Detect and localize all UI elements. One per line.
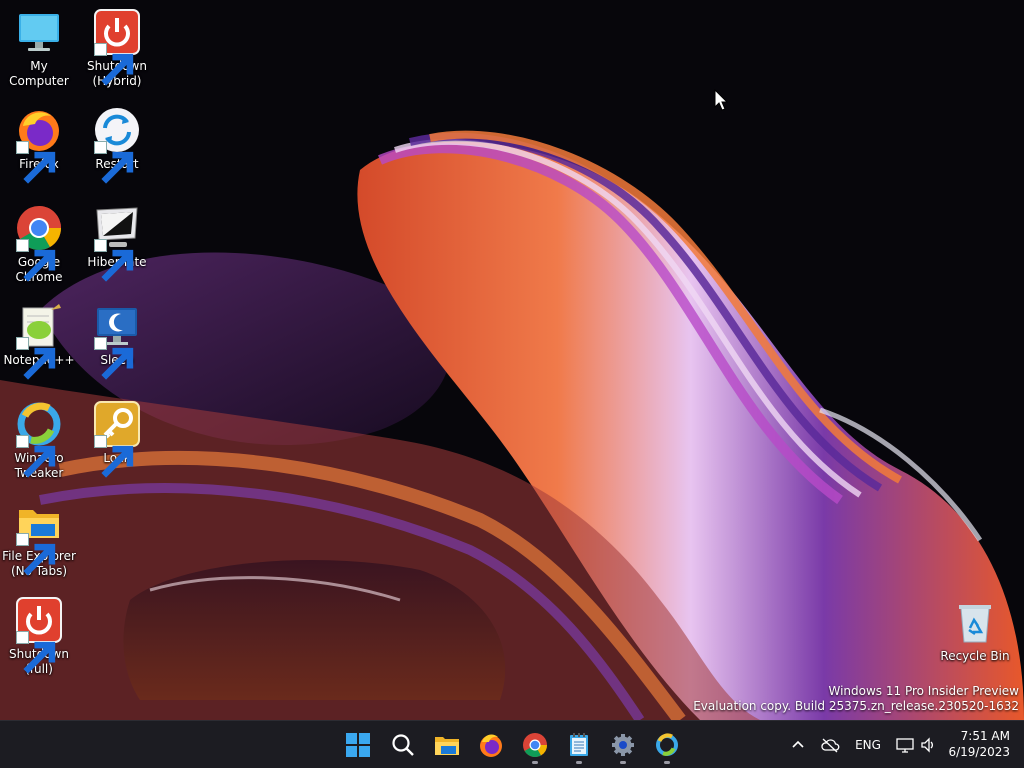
- running-indicator: [664, 761, 670, 764]
- desktop-icon-lock[interactable]: Lock: [79, 396, 155, 478]
- shortcut-arrow-icon: [16, 533, 56, 576]
- taskbar: ENG 7:51 AM 6/19/2023: [0, 720, 1024, 768]
- taskbar-firefox[interactable]: [471, 725, 511, 765]
- taskbar-settings[interactable]: [603, 725, 643, 765]
- file-explorer-icon: [435, 737, 459, 755]
- firefox-icon: [480, 734, 502, 757]
- clock-time: 7:51 AM: [960, 729, 1010, 743]
- winaero-icon: [15, 400, 63, 478]
- clock-date: 6/19/2023: [948, 745, 1010, 759]
- show-hidden-icons-button[interactable]: [786, 721, 810, 768]
- desktop-icon-label: Recycle Bin: [940, 649, 1010, 663]
- volume-icon: [921, 736, 933, 753]
- input-language-button[interactable]: ENG: [850, 721, 886, 768]
- desktop-icon-hibernate[interactable]: Hibernate: [79, 200, 155, 282]
- sleep-icon: [93, 302, 141, 380]
- taskbar-chrome[interactable]: [515, 725, 555, 765]
- desktop-icon-sleep[interactable]: Sleep: [79, 298, 155, 380]
- desktop-icon-winaero-tweaker[interactable]: Winaero Tweaker: [1, 396, 77, 481]
- running-indicator: [532, 761, 538, 764]
- winaero-icon: [656, 733, 678, 756]
- search-icon: [392, 734, 414, 756]
- monitor-icon: [15, 8, 63, 56]
- network-volume-button[interactable]: [892, 721, 940, 768]
- desktop-icon-shutdown-full[interactable]: Shutdown (full): [1, 592, 77, 677]
- desktop-icon-label: My Computer: [9, 59, 69, 88]
- language-indicator: ENG: [855, 737, 881, 752]
- shortcut-arrow-icon: [94, 141, 134, 184]
- onedrive-button[interactable]: [816, 721, 844, 768]
- clock-button[interactable]: 7:51 AM 6/19/2023: [948, 728, 1010, 760]
- folder-icon: [15, 498, 63, 576]
- notepadpp-icon: [15, 302, 63, 380]
- shortcut-arrow-icon: [94, 337, 134, 380]
- shortcut-arrow-icon: [16, 141, 56, 184]
- lock-key-icon: [93, 400, 141, 478]
- watermark-line-1: Windows 11 Pro Insider Preview: [828, 684, 1019, 698]
- hibernate-icon: [93, 204, 141, 282]
- shortcut-arrow-icon: [16, 337, 56, 380]
- network-icon: [896, 737, 914, 753]
- desktop-icon-google-chrome[interactable]: Google Chrome: [1, 200, 77, 285]
- watermark-line-2: Evaluation copy. Build 25375.zn_release.…: [693, 699, 1019, 713]
- start-button[interactable]: [338, 725, 378, 765]
- desktop-icon-firefox[interactable]: Firefox: [1, 102, 77, 184]
- shortcut-arrow-icon: [94, 43, 134, 86]
- cloud-offline-icon: [821, 738, 840, 752]
- running-indicator: [620, 761, 626, 764]
- firefox-icon: [15, 106, 63, 184]
- start-icon: [346, 733, 370, 757]
- taskbar-notepad[interactable]: [559, 725, 599, 765]
- shortcut-arrow-icon: [16, 239, 56, 282]
- shortcut-arrow-icon: [16, 631, 56, 674]
- desktop-icon-file-explorer[interactable]: File Explorer (No Tabs): [1, 494, 77, 579]
- restart-icon: [93, 106, 141, 184]
- power-icon: [93, 8, 141, 86]
- desktop-icon-my-computer[interactable]: My Computer: [1, 4, 77, 89]
- running-indicator: [576, 761, 582, 764]
- mouse-cursor-icon: [714, 89, 728, 111]
- recycle-bin-icon: [951, 598, 999, 646]
- taskbar-file-explorer[interactable]: [427, 725, 467, 765]
- power-icon: [15, 596, 63, 674]
- settings-icon: [612, 734, 634, 756]
- evaluation-watermark: Windows 11 Pro Insider Preview Evaluatio…: [693, 684, 1019, 714]
- desktop-icon-shutdown-hybrid[interactable]: Shutdown (Hybrid): [79, 4, 155, 89]
- shortcut-arrow-icon: [94, 435, 134, 478]
- desktop-icon-notepadpp[interactable]: Notepad++: [1, 298, 77, 380]
- search-button[interactable]: [383, 725, 423, 765]
- taskbar-winaero-tweaker[interactable]: [647, 725, 687, 765]
- desktop-icon-restart[interactable]: Restart: [79, 102, 155, 184]
- desktop[interactable]: My Computer Firefox Google Chrome Notepa…: [0, 0, 1024, 720]
- desktop-icon-recycle-bin[interactable]: Recycle Bin: [937, 594, 1013, 664]
- notepad-icon: [570, 733, 588, 756]
- chrome-icon: [15, 204, 63, 282]
- chrome-icon: [523, 733, 547, 758]
- shortcut-arrow-icon: [94, 239, 134, 282]
- chevron-up-icon: [792, 740, 804, 748]
- shortcut-arrow-icon: [16, 435, 56, 478]
